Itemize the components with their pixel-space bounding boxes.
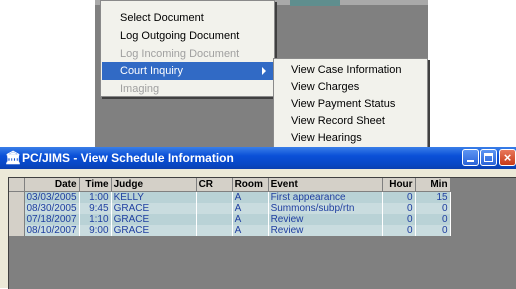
court-inquiry-submenu: View Case Information View Charges View … — [273, 58, 428, 149]
table-row[interactable]: 08/30/2005 9:45 GRACE A Summons/subp/rtn… — [9, 203, 451, 214]
minimize-button[interactable] — [462, 149, 479, 166]
submenu-arrow-icon — [262, 67, 266, 75]
cell-hour: 0 — [382, 191, 416, 203]
cell-min: 0 — [415, 203, 451, 214]
column-header-event[interactable]: Event — [268, 178, 383, 192]
maximize-button[interactable] — [480, 149, 497, 166]
cell-judge: KELLY — [111, 191, 197, 203]
column-header-hour[interactable]: Hour — [382, 178, 416, 192]
close-icon: × — [503, 150, 512, 165]
menu-item-label: Select Document — [120, 12, 204, 24]
row-selector[interactable] — [9, 214, 25, 225]
schedule-table: Date Time Judge CR Room Event Hour Min 0… — [9, 178, 451, 236]
cell-cr — [196, 225, 233, 236]
window-title: PC/JIMS - View Schedule Information — [22, 151, 234, 165]
menu-item-label: Imaging — [120, 83, 160, 95]
submenu-item-view-case-information[interactable]: View Case Information — [275, 62, 425, 79]
menu-item-label: Log Outgoing Document — [120, 30, 240, 42]
close-button[interactable]: × — [499, 149, 516, 166]
dropdown-menu: Select Document Log Outgoing Document Lo… — [100, 0, 275, 97]
cell-event: First appearance — [268, 191, 383, 203]
schedule-grid[interactable]: Date Time Judge CR Room Event Hour Min 0… — [8, 177, 516, 289]
cell-room: A — [232, 225, 269, 236]
menu-item-label: Log Incoming Document — [120, 48, 240, 60]
submenu-item-label: View Charges — [291, 81, 360, 93]
schedule-window: 🏛 PC/JIMS - View Schedule Information × … — [0, 147, 516, 289]
row-selector[interactable] — [9, 225, 25, 236]
maximize-icon — [484, 153, 493, 162]
cell-event: Review — [268, 225, 383, 236]
cell-hour: 0 — [382, 203, 416, 214]
menu-item-imaging: Imaging — [102, 80, 273, 98]
table-row[interactable]: 03/03/2005 1:00 KELLY A First appearance… — [9, 191, 451, 203]
cell-date: 08/10/2007 — [24, 225, 80, 236]
column-header-cr[interactable]: CR — [196, 178, 233, 192]
cell-judge: GRACE — [111, 203, 197, 214]
row-selector-header — [9, 178, 25, 192]
minimize-icon — [467, 160, 474, 162]
cell-time: 1:00 — [79, 191, 112, 203]
column-header-judge[interactable]: Judge — [111, 178, 197, 192]
row-selector[interactable] — [9, 191, 25, 203]
menu-item-label: Court Inquiry — [120, 65, 183, 77]
submenu-item-view-charges[interactable]: View Charges — [275, 79, 425, 96]
menu-item-log-outgoing-document[interactable]: Log Outgoing Document — [102, 27, 273, 45]
window-client-area: Date Time Judge CR Room Event Hour Min 0… — [4, 171, 516, 289]
cell-date: 07/18/2007 — [24, 214, 80, 225]
cell-date: 03/03/2005 — [24, 191, 80, 203]
cell-judge: GRACE — [111, 225, 197, 236]
cell-hour: 0 — [382, 225, 416, 236]
submenu-item-label: View Case Information — [291, 64, 402, 76]
cell-time: 9:00 — [79, 225, 112, 236]
cell-cr — [196, 203, 233, 214]
menu-item-select-document[interactable]: Select Document — [102, 9, 273, 27]
submenu-item-label: View Payment Status — [291, 98, 396, 110]
cell-judge: GRACE — [111, 214, 197, 225]
table-row[interactable]: 07/18/2007 1:10 GRACE A Review 0 0 — [9, 214, 451, 225]
menu-item-court-inquiry[interactable]: Court Inquiry — [102, 62, 273, 80]
row-selector[interactable] — [9, 203, 25, 214]
title-bar[interactable]: 🏛 PC/JIMS - View Schedule Information × — [0, 147, 516, 169]
menu-item-log-incoming-document: Log Incoming Document — [102, 45, 273, 63]
cell-room: A — [232, 203, 269, 214]
cell-min: 0 — [415, 214, 451, 225]
cell-room: A — [232, 191, 269, 203]
cell-time: 9:45 — [79, 203, 112, 214]
courthouse-icon: 🏛 — [5, 150, 22, 165]
cell-event: Review — [268, 214, 383, 225]
background-tab-strip — [290, 0, 340, 6]
cell-event: Summons/subp/rtn — [268, 203, 383, 214]
cell-cr — [196, 191, 233, 203]
column-header-time[interactable]: Time — [79, 178, 112, 192]
cell-cr — [196, 214, 233, 225]
cell-date: 08/30/2005 — [24, 203, 80, 214]
column-header-min[interactable]: Min — [415, 178, 451, 192]
submenu-item-view-hearings[interactable]: View Hearings — [275, 130, 425, 147]
table-header-row: Date Time Judge CR Room Event Hour Min — [9, 178, 451, 192]
cell-min: 0 — [415, 225, 451, 236]
submenu-item-label: View Hearings — [291, 132, 362, 144]
submenu-item-view-payment-status[interactable]: View Payment Status — [275, 96, 425, 113]
column-header-room[interactable]: Room — [232, 178, 269, 192]
cell-room: A — [232, 214, 269, 225]
cell-hour: 0 — [382, 214, 416, 225]
cell-time: 1:10 — [79, 214, 112, 225]
cell-min: 15 — [415, 191, 451, 203]
submenu-item-view-record-sheet[interactable]: View Record Sheet — [275, 113, 425, 130]
submenu-item-label: View Record Sheet — [291, 115, 385, 127]
column-header-date[interactable]: Date — [24, 178, 80, 192]
table-row[interactable]: 08/10/2007 9:00 GRACE A Review 0 0 — [9, 225, 451, 236]
